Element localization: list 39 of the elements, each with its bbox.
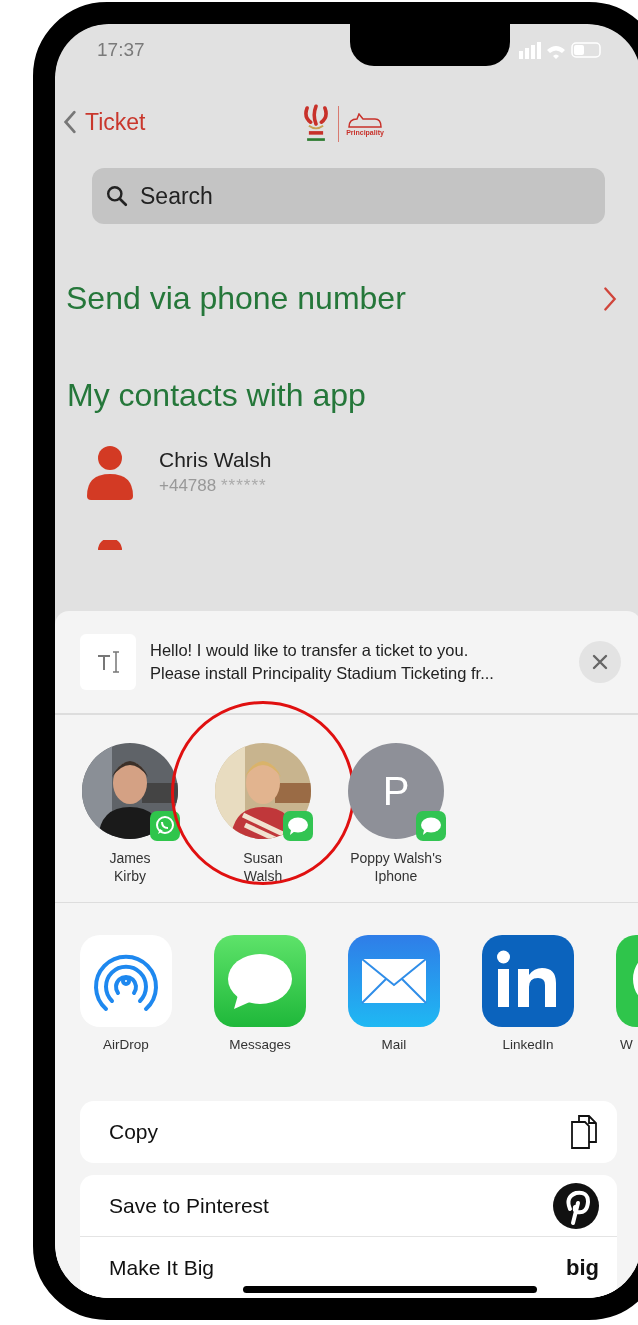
app-label: W: [619, 1037, 633, 1052]
message-badge-icon: [416, 811, 446, 841]
back-chevron-icon: [63, 110, 77, 134]
chevron-icon: [603, 285, 617, 312]
airdrop-app-icon[interactable]: [80, 935, 172, 1027]
send-via-phone-row[interactable]: Send via phone number: [55, 280, 638, 317]
app-label: Messages: [229, 1037, 291, 1052]
big-icon: big: [566, 1255, 599, 1281]
signal-icon: [519, 41, 541, 59]
search-field[interactable]: Search: [92, 168, 605, 224]
text-document-icon: [80, 634, 136, 690]
message-preview: Hello! I would like to transfer a ticket to you. Please install Principality Stadium Ticketing fr...: [150, 640, 495, 684]
app-label: LinkedIn: [502, 1037, 554, 1052]
app-label: Mail: [381, 1037, 407, 1052]
person-icon: [85, 444, 135, 500]
contact-name: James Kirby: [109, 849, 151, 885]
close-button[interactable]: [579, 641, 621, 683]
contact-name: Susan Walsh: [243, 849, 283, 885]
pinterest-icon: [553, 1182, 599, 1229]
mail-app-icon[interactable]: [348, 935, 440, 1027]
back-button[interactable]: Ticket: [55, 108, 146, 136]
linkedin-app-icon[interactable]: [482, 935, 574, 1027]
messages-app-icon[interactable]: [214, 935, 306, 1027]
section-title: My contacts with app: [66, 377, 367, 414]
stadium-logo-icon: [345, 112, 385, 129]
status-time: 17:37: [97, 39, 145, 61]
battery-icon: [571, 42, 601, 58]
close-icon: [592, 654, 608, 670]
whatsapp-badge-icon: [150, 811, 180, 841]
copy-action[interactable]: Copy: [80, 1101, 617, 1163]
contact-name: Poppy Walsh's Iphone: [350, 849, 442, 885]
message-badge-icon: [283, 811, 313, 841]
app-label: AirDrop: [103, 1037, 149, 1052]
contact-name: Chris Walsh: [159, 448, 272, 472]
pinterest-action[interactable]: Save to Pinterest: [80, 1175, 617, 1237]
search-icon: [106, 185, 128, 207]
copy-icon: [569, 1114, 599, 1150]
bigtext-action[interactable]: Make It Big big: [80, 1237, 617, 1298]
contact-phone: +44788 ******: [159, 476, 268, 496]
